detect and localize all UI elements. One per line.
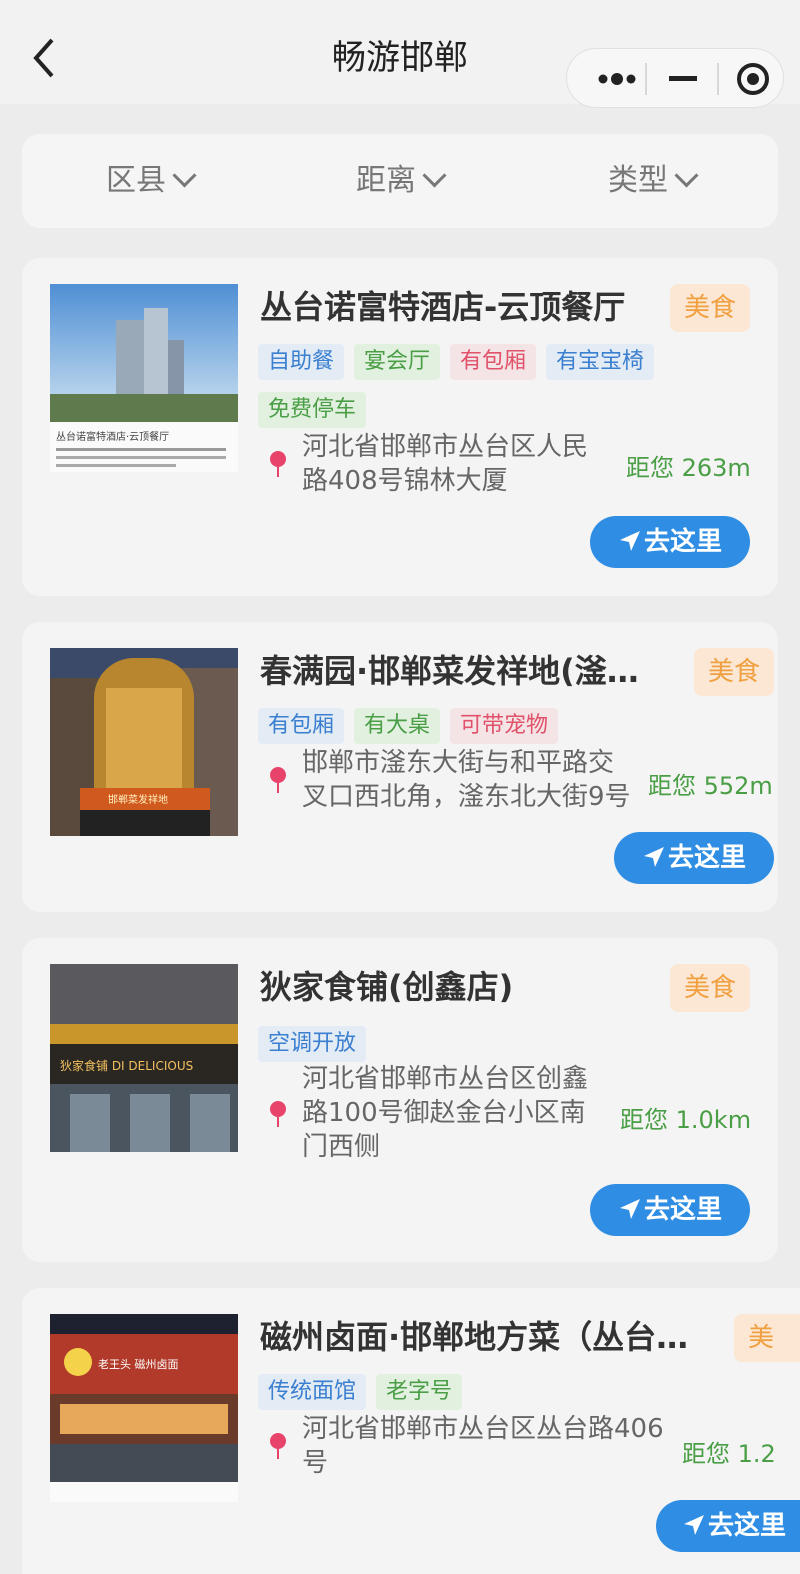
location-pin-icon	[270, 1101, 286, 1127]
category-badge: 美	[734, 1314, 800, 1362]
target-circle-icon	[737, 63, 769, 95]
address: 河北省邯郸市丛台区创鑫 路100号御赵金台小区南 门西侧	[302, 1064, 589, 1162]
category-badge: 美食	[670, 964, 750, 1012]
restaurant-photo: 狄家食铺 DI DELICIOUS	[50, 964, 238, 1152]
chevron-down-icon	[172, 163, 197, 188]
category-badge: 美食	[670, 284, 750, 332]
distance-label: 距您 552m	[648, 772, 773, 800]
tag: 可带宠物	[450, 708, 559, 744]
filter-distance[interactable]: 距离	[356, 134, 447, 228]
address: 河北省邯郸市丛台区丛台路406 号	[302, 1414, 664, 1478]
navigate-button[interactable]: 去这里	[590, 1184, 750, 1236]
restaurant-title: 春满园·邯郸菜发祥地(滏…	[260, 652, 639, 690]
list-item[interactable]: 丛台诺富特酒店·云顶餐厅 丛台诺富特酒店-云顶餐厅 美食 自助餐 宴会厅 有包厢 有宝…	[22, 258, 778, 596]
svg-text:邯郸菜发祥地: 邯郸菜发祥地	[108, 793, 168, 806]
svg-text:丛台诺富特酒店·云顶餐厅: 丛台诺富特酒店·云顶餐厅	[56, 430, 169, 443]
distance-label: 距您 1.0km	[620, 1106, 752, 1134]
tag: 有包厢	[450, 344, 537, 380]
filter-bar: 区县 距离 类型	[22, 134, 778, 228]
mini-program-capsule	[566, 48, 784, 108]
restaurant-photo: 丛台诺富特酒店·云顶餐厅	[50, 284, 238, 472]
tag: 空调开放	[258, 1026, 367, 1062]
tag: 自助餐	[258, 344, 345, 380]
tag-list: 自助餐 宴会厅 有包厢 有宝宝椅免费停车	[258, 344, 678, 440]
svg-text:狄家食铺 DI DELICIOUS: 狄家食铺 DI DELICIOUS	[60, 1058, 193, 1073]
more-menu-button[interactable]	[583, 49, 647, 109]
navigation-bar: 畅游邯郸	[0, 0, 800, 108]
navigate-button[interactable]: 去这里	[590, 516, 750, 568]
minus-icon	[669, 76, 697, 81]
tag: 有大桌	[354, 708, 441, 744]
category-badge: 美食	[694, 648, 774, 696]
tag: 宴会厅	[354, 344, 441, 380]
address: 邯郸市滏东大街与和平路交 叉口西北角，滏东北大街9号	[302, 748, 631, 812]
restaurant-title: 磁州卤面·邯郸地方菜（丛台…	[260, 1318, 689, 1356]
navigate-arrow-icon	[684, 1514, 704, 1535]
list-item[interactable]: 狄家食铺 DI DELICIOUS 狄家食铺(创鑫店) 美食 空调开放 河北省邯…	[22, 938, 778, 1262]
tag: 有包厢	[258, 708, 345, 744]
location-pin-icon	[270, 767, 286, 793]
chevron-down-icon	[674, 163, 699, 188]
navigate-arrow-icon	[619, 530, 640, 551]
list-item[interactable]: 邯郸菜发祥地 春满园·邯郸菜发祥地(滏… 美食 有包厢 有大桌 可带宠物 邯郸市滏东…	[22, 622, 778, 912]
list-item[interactable]: 老王头 磁州卤面 磁州卤面·邯郸地方菜（丛台… 美 传统面馆 老字号 河北省邯郸市…	[22, 1288, 800, 1574]
tag: 免费停车	[258, 392, 367, 428]
location-pin-icon	[270, 1433, 286, 1459]
tag: 传统面馆	[258, 1374, 367, 1410]
location-pin-icon	[270, 451, 286, 477]
more-dots-icon	[598, 73, 636, 85]
filter-district[interactable]: 区县	[106, 134, 197, 228]
address: 河北省邯郸市丛台区人民 路408号锦林大厦	[302, 432, 589, 496]
navigate-arrow-icon	[619, 1198, 640, 1219]
close-program-button[interactable]	[723, 49, 783, 109]
restaurant-photo: 邯郸菜发祥地	[50, 648, 238, 836]
svg-text:老王头 磁州卤面: 老王头 磁州卤面	[98, 1358, 179, 1371]
distance-label: 距您 1.2	[682, 1440, 776, 1468]
distance-label: 距您 263m	[626, 454, 751, 482]
restaurant-title: 丛台诺富特酒店-云顶餐厅	[260, 288, 626, 326]
navigate-button[interactable]: 去这里	[656, 1500, 800, 1552]
filter-type[interactable]: 类型	[608, 134, 699, 228]
restaurant-title: 狄家食铺(创鑫店)	[260, 968, 514, 1006]
minimize-button[interactable]	[651, 49, 715, 109]
chevron-down-icon	[422, 163, 447, 188]
restaurant-photo: 老王头 磁州卤面	[50, 1314, 238, 1502]
navigate-arrow-icon	[643, 846, 664, 867]
navigate-button[interactable]: 去这里	[614, 832, 774, 884]
tag: 有宝宝椅	[546, 344, 655, 380]
tag: 老字号	[376, 1374, 463, 1410]
